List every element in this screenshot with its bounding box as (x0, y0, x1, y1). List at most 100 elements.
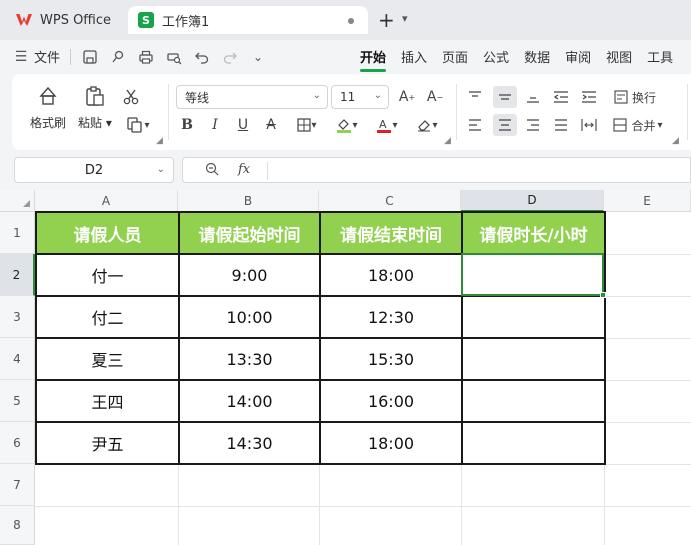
clipboard-expand-icon[interactable]: ◢ (156, 136, 163, 146)
ribbon-panel: 格式刷 粘贴 ▾ ▾ ◢ 等线 ⌄ 11 ⌄ A + A − B I U A ▾ ▾… (12, 74, 691, 150)
column-header-b[interactable]: B (178, 190, 319, 212)
hamburger-menu-icon[interactable]: ☰ (12, 48, 30, 66)
cell-c3[interactable]: 12:30 (319, 295, 463, 339)
tab-review[interactable]: 审阅 (565, 47, 591, 66)
workbook-tab[interactable]: S 工作簿1 (128, 6, 368, 34)
spreadsheet-grid[interactable]: A B C D E 1 2 3 4 5 6 7 8 请假人员 请假起始时间 请假… (0, 190, 691, 545)
print-icon[interactable] (137, 48, 155, 66)
cut-scissors-icon[interactable] (122, 88, 140, 106)
column-header-a[interactable]: A (35, 190, 178, 212)
new-tab-plus-icon[interactable]: + (378, 10, 395, 30)
select-all-corner[interactable] (0, 190, 35, 212)
tab-tools[interactable]: 工具 (647, 47, 673, 66)
undo-icon[interactable] (193, 48, 211, 66)
distributed-align-icon[interactable] (580, 116, 598, 134)
header-cell-d1[interactable]: 请假时长/小时 (461, 211, 606, 255)
tab-home[interactable]: 开始 (360, 47, 387, 72)
font-name-select[interactable]: 等线 ⌄ (176, 85, 328, 109)
paste-button[interactable]: 粘贴 ▾ (78, 84, 112, 131)
align-left-icon[interactable] (466, 116, 484, 134)
row-header-1[interactable]: 1 (0, 212, 35, 254)
cell-c6[interactable]: 18:00 (319, 421, 463, 465)
tab-page[interactable]: 页面 (442, 47, 468, 66)
font-expand-icon[interactable]: ◢ (444, 136, 451, 146)
row-header-6[interactable]: 6 (0, 422, 35, 464)
cell-c4[interactable]: 15:30 (319, 337, 463, 381)
cell-c2[interactable]: 18:00 (319, 253, 463, 297)
strikethrough-icon[interactable]: A (262, 116, 280, 134)
italic-icon[interactable]: I (206, 116, 224, 134)
file-menu[interactable]: 文件 (34, 47, 60, 66)
row-header-5[interactable]: 5 (0, 380, 35, 422)
print-preview-icon[interactable] (165, 48, 183, 66)
tab-view[interactable]: 视图 (606, 47, 632, 66)
cell-c5[interactable]: 16:00 (319, 379, 463, 423)
tab-data[interactable]: 数据 (524, 47, 550, 66)
cell-b6[interactable]: 14:30 (178, 421, 321, 465)
increase-font-size-icon[interactable]: A + (398, 88, 416, 106)
font-size-select[interactable]: 11 ⌄ (331, 85, 389, 109)
increase-indent-icon[interactable] (580, 88, 598, 106)
column-header-d[interactable]: D (461, 190, 604, 212)
tab-formula[interactable]: 公式 (483, 47, 509, 66)
column-header-c[interactable]: C (319, 190, 461, 212)
justify-icon[interactable] (552, 116, 570, 134)
header-cell-b1[interactable]: 请假起始时间 (178, 211, 321, 255)
cell-a5[interactable]: 王四 (35, 379, 180, 423)
redo-icon[interactable] (221, 48, 239, 66)
cell-b5[interactable]: 14:00 (178, 379, 321, 423)
column-header-e[interactable]: E (604, 190, 691, 212)
row-header-2[interactable]: 2 (0, 254, 35, 296)
bold-icon[interactable]: B (178, 116, 196, 134)
cell-a6[interactable]: 尹五 (35, 421, 180, 465)
formula-input[interactable]: fx (182, 157, 691, 183)
row-header-7[interactable]: 7 (0, 464, 35, 506)
decrease-indent-icon[interactable] (552, 88, 570, 106)
row-header-3[interactable]: 3 (0, 296, 35, 338)
wrap-text-button[interactable]: 换行 (610, 88, 660, 106)
cell-b3[interactable]: 10:00 (178, 295, 321, 339)
cell-d6[interactable] (461, 421, 606, 465)
copy-icon[interactable]: ▾ (122, 116, 154, 134)
cell-b2[interactable]: 9:00 (178, 253, 321, 297)
name-box-chevron-down-icon[interactable]: ⌄ (157, 164, 165, 175)
cell-d3[interactable] (461, 295, 606, 339)
align-top-icon[interactable] (466, 88, 484, 106)
save-icon[interactable] (81, 48, 99, 66)
cell-a3[interactable]: 付二 (35, 295, 180, 339)
font-color-icon[interactable]: A ▾ (372, 116, 402, 134)
cell-d5[interactable] (461, 379, 606, 423)
format-painter-button[interactable]: 格式刷 (30, 84, 66, 131)
row-header-4[interactable]: 4 (0, 338, 35, 380)
border-icon[interactable]: ▾ (292, 116, 322, 134)
quick-access-chevron-down-icon[interactable]: ⌄ (249, 48, 267, 66)
tab-list-chevron-down-icon[interactable]: ▾ (402, 12, 408, 25)
cell-a2[interactable]: 付一 (35, 253, 180, 297)
row-header-8[interactable]: 8 (0, 506, 35, 545)
underline-icon[interactable]: U (234, 116, 252, 134)
zoom-magnifier-icon[interactable] (205, 162, 219, 180)
cell-b4[interactable]: 13:30 (178, 337, 321, 381)
clear-format-eraser-icon[interactable]: ▾ (412, 116, 442, 134)
align-middle-icon[interactable] (493, 86, 517, 108)
cell-d2[interactable] (461, 253, 606, 297)
align-right-icon[interactable] (524, 116, 542, 134)
header-cell-a1[interactable]: 请假人员 (35, 211, 180, 255)
fill-handle[interactable] (600, 292, 606, 298)
insert-function-fx-icon[interactable]: fx (238, 162, 250, 177)
header-cell-c1[interactable]: 请假结束时间 (319, 211, 463, 255)
wps-home-tab[interactable]: WPS Office (6, 6, 124, 34)
align-center-icon[interactable] (493, 114, 517, 136)
align-bottom-icon[interactable] (524, 88, 542, 106)
name-box[interactable]: D2 ⌄ (14, 157, 174, 183)
alignment-expand-icon[interactable]: ◢ (672, 136, 679, 146)
paste-label: 粘贴 ▾ (78, 116, 112, 130)
share-icon[interactable] (109, 48, 127, 66)
fill-color-icon[interactable]: ▾ (332, 116, 362, 134)
cell-d4[interactable] (461, 337, 606, 381)
merge-cells-button[interactable]: 合并 ▾ (610, 116, 666, 134)
cell-a4[interactable]: 夏三 (35, 337, 180, 381)
decrease-font-size-icon[interactable]: A − (426, 88, 444, 106)
unsaved-dot-icon[interactable] (348, 18, 354, 24)
tab-insert[interactable]: 插入 (401, 47, 427, 66)
